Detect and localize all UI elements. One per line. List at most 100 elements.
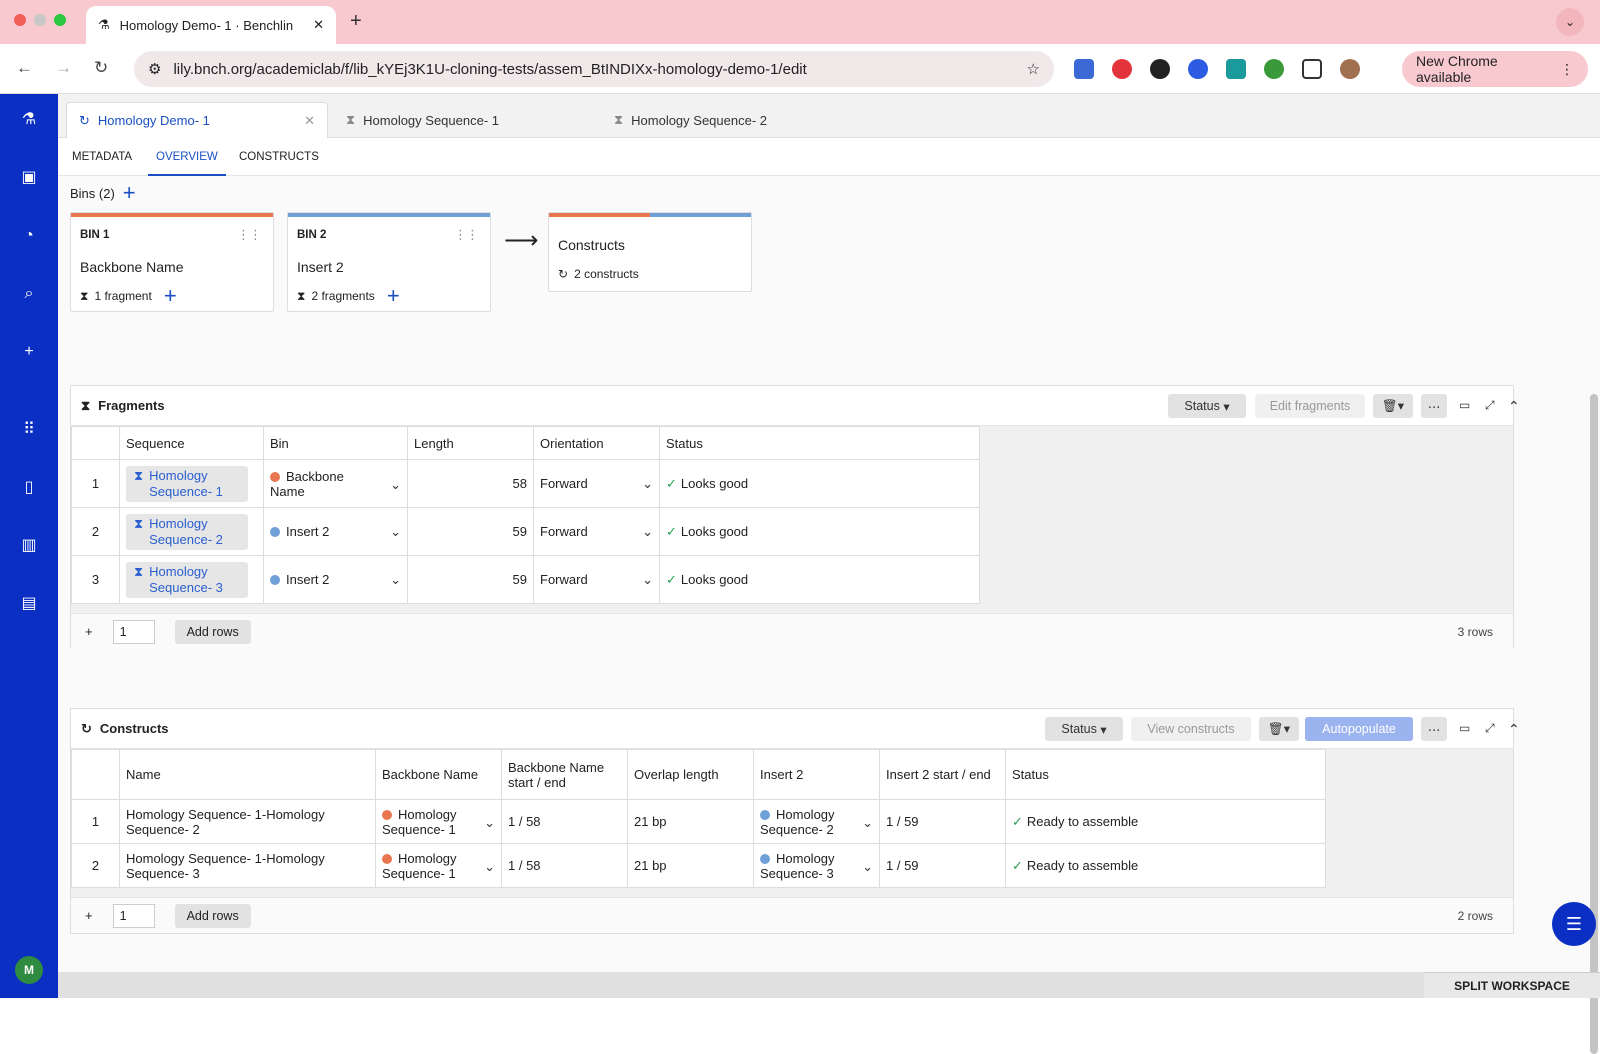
column-header[interactable]: Insert 2 start / end [879, 749, 1006, 800]
orientation-cell[interactable]: Forward ⌄ [533, 507, 660, 556]
insert-cell[interactable]: ⌄ Homology Sequence- 3 [753, 843, 880, 888]
column-header[interactable]: Orientation [533, 426, 660, 460]
browser-tab[interactable]: ⚗ Homology Demo- 1 · Benchlin ✕ [86, 6, 336, 44]
chevron-down-icon[interactable]: ⌄ [390, 524, 401, 540]
fragments-status-button[interactable]: Status ▾ [1168, 394, 1246, 418]
length-cell[interactable]: 58 [407, 459, 534, 508]
overlap-length-cell[interactable]: 21 bp [627, 799, 754, 844]
extension-icon[interactable] [1188, 59, 1208, 79]
view-constructs-button[interactable]: View constructs [1131, 717, 1251, 741]
apps-grid-icon[interactable]: ⠿ [19, 420, 39, 440]
add-row-plus-icon[interactable]: + [85, 624, 93, 639]
search-icon[interactable]: ⌕ [19, 284, 39, 304]
name-cell[interactable]: Homology Sequence- 1-Homology Sequence- 2 [119, 799, 376, 844]
add-fragment-plus-icon[interactable]: + [387, 285, 400, 307]
backbone-cell[interactable]: ⌄ Homology Sequence- 1 [375, 843, 502, 888]
url-bar[interactable]: ⚙ lily.bnch.org/academiclab/f/lib_kYEj3K… [134, 51, 1054, 87]
scrollbar[interactable] [1590, 394, 1598, 1054]
column-header[interactable]: Status [1005, 749, 1326, 800]
tab-overview[interactable]: OVERVIEW [148, 138, 226, 176]
more-vert-icon[interactable]: ⋮ [1560, 61, 1574, 78]
expand-icon[interactable]: ⤢ [1485, 721, 1495, 736]
column-header[interactable]: Insert 2 [753, 749, 880, 800]
new-chrome-button[interactable]: New Chrome available ⋮ [1402, 51, 1588, 87]
bin-card-2[interactable]: BIN 2 ⋮⋮ Insert 2 ⧗ 2 fragments + [287, 212, 491, 312]
add-row-plus-icon[interactable]: + [85, 908, 93, 923]
extension-icon[interactable] [1150, 59, 1170, 79]
name-cell[interactable]: Homology Sequence- 1-Homology Sequence- 3 [119, 843, 376, 888]
orientation-cell[interactable]: Forward ⌄ [533, 555, 660, 604]
create-plus-icon[interactable]: + [19, 342, 39, 362]
more-options-button[interactable]: ⋯ [1421, 394, 1447, 418]
column-header[interactable]: Length [407, 426, 534, 460]
sequence-cell[interactable]: ⧗ Homology Sequence- 3 [119, 555, 264, 604]
bin-cell[interactable]: ⌄ Backbone Name [263, 459, 408, 508]
dashboard-icon[interactable]: ◔ [19, 226, 39, 246]
bin-cell[interactable]: Insert 2 ⌄ [263, 507, 408, 556]
close-tab-icon[interactable]: ✕ [313, 17, 324, 33]
maximize-window-button[interactable] [54, 14, 66, 26]
table-row[interactable]: 1 Homology Sequence- 1-Homology Sequence-… [71, 799, 1326, 844]
column-header[interactable]: Sequence [119, 426, 264, 460]
doc-tab-homology-demo[interactable]: ↻ Homology Demo- 1 ✕ [66, 102, 328, 138]
doc-tab-homology-sequence-2[interactable]: ⧗ Homology Sequence- 2 [602, 102, 864, 138]
more-options-button[interactable]: ⋯ [1421, 717, 1447, 741]
overlap-length-cell[interactable]: 21 bp [627, 843, 754, 888]
reload-icon[interactable]: ↻ [94, 58, 108, 78]
inventory-icon[interactable]: ▯ [19, 478, 39, 498]
column-header[interactable]: Overlap length [627, 749, 754, 800]
bin-cell[interactable]: Insert 2 ⌄ [263, 555, 408, 604]
chevron-down-icon[interactable]: ⌄ [862, 859, 873, 875]
extension-icon[interactable] [1074, 59, 1094, 79]
analytics-icon[interactable]: ▥ [19, 536, 39, 556]
sequence-pill[interactable]: ⧗ Homology Sequence- 1 [126, 465, 248, 502]
user-avatar[interactable]: M [15, 956, 43, 984]
row-count-input[interactable]: 1 [112, 903, 155, 928]
constructs-card[interactable]: Constructs ↻ 2 constructs [548, 212, 752, 292]
chevron-down-icon[interactable]: ⌄ [862, 815, 873, 831]
close-doc-tab-icon[interactable]: ✕ [304, 113, 315, 129]
column-header[interactable]: Backbone Name start / end [501, 749, 628, 800]
benchling-logo-icon[interactable]: ⚗ [19, 110, 39, 130]
backbone-start-end-cell[interactable]: 1 / 58 [501, 799, 628, 844]
tab-constructs[interactable]: CONSTRUCTS [239, 138, 319, 176]
table-row[interactable]: 2 ⧗ Homology Sequence- 2 Insert 2 ⌄ 59 Forw… [71, 507, 980, 556]
tab-search-button[interactable]: ⌄ [1556, 8, 1584, 36]
row-count-input[interactable]: 1 [112, 619, 155, 644]
delete-menu-button[interactable]: 🗑▾ [1373, 394, 1413, 418]
extension-icon[interactable] [1264, 59, 1284, 79]
backbone-start-end-cell[interactable]: 1 / 58 [501, 843, 628, 888]
column-header[interactable]: Status [659, 426, 980, 460]
chevron-down-icon[interactable]: ⌄ [642, 572, 653, 588]
collapse-chevron-icon[interactable]: ⌃ [1508, 721, 1520, 738]
expand-icon[interactable]: ⤢ [1485, 398, 1495, 413]
drag-handle-icon[interactable]: ⋮⋮ [454, 227, 479, 243]
bin-card-1[interactable]: BIN 1 ⋮⋮ Backbone Name ⧗ 1 fragment + [70, 212, 274, 312]
split-workspace-button[interactable]: SPLIT WORKSPACE [1424, 972, 1600, 998]
chevron-down-icon[interactable]: ⌄ [484, 859, 495, 875]
backbone-cell[interactable]: ⌄ Homology Sequence- 1 [375, 799, 502, 844]
length-cell[interactable]: 59 [407, 555, 534, 604]
back-icon[interactable]: ← [16, 58, 33, 78]
collapse-chevron-icon[interactable]: ⌃ [1508, 398, 1520, 415]
extension-icon[interactable] [1112, 59, 1132, 79]
delete-menu-button[interactable]: 🗑▾ [1259, 717, 1299, 741]
forward-icon[interactable]: → [55, 58, 72, 78]
constructs-status-button[interactable]: Status ▾ [1045, 717, 1123, 741]
insert-start-end-cell[interactable]: 1 / 59 [879, 799, 1006, 844]
minimize-window-button[interactable] [34, 14, 46, 26]
new-tab-button[interactable]: + [350, 10, 362, 33]
table-row[interactable]: 3 ⧗ Homology Sequence- 3 Insert 2 ⌄ 59 Forw… [71, 555, 980, 604]
profile-avatar[interactable] [1340, 59, 1360, 79]
panel-dock-icon[interactable]: ▭ [1459, 721, 1470, 735]
chevron-down-icon[interactable]: ⌄ [642, 524, 653, 540]
sequence-cell[interactable]: ⧗ Homology Sequence- 1 [119, 459, 264, 508]
bookmark-star-icon[interactable]: ☆ [1027, 60, 1040, 78]
chevron-down-icon[interactable]: ⌄ [390, 572, 401, 588]
insert-start-end-cell[interactable]: 1 / 59 [879, 843, 1006, 888]
briefcase-icon[interactable]: ▣ [19, 168, 39, 188]
chat-support-icon[interactable]: ☰ [1552, 902, 1596, 946]
chevron-down-icon[interactable]: ⌄ [390, 477, 401, 493]
add-rows-button[interactable]: Add rows [174, 619, 251, 644]
folder-sync-icon[interactable]: ▤ [19, 594, 39, 614]
